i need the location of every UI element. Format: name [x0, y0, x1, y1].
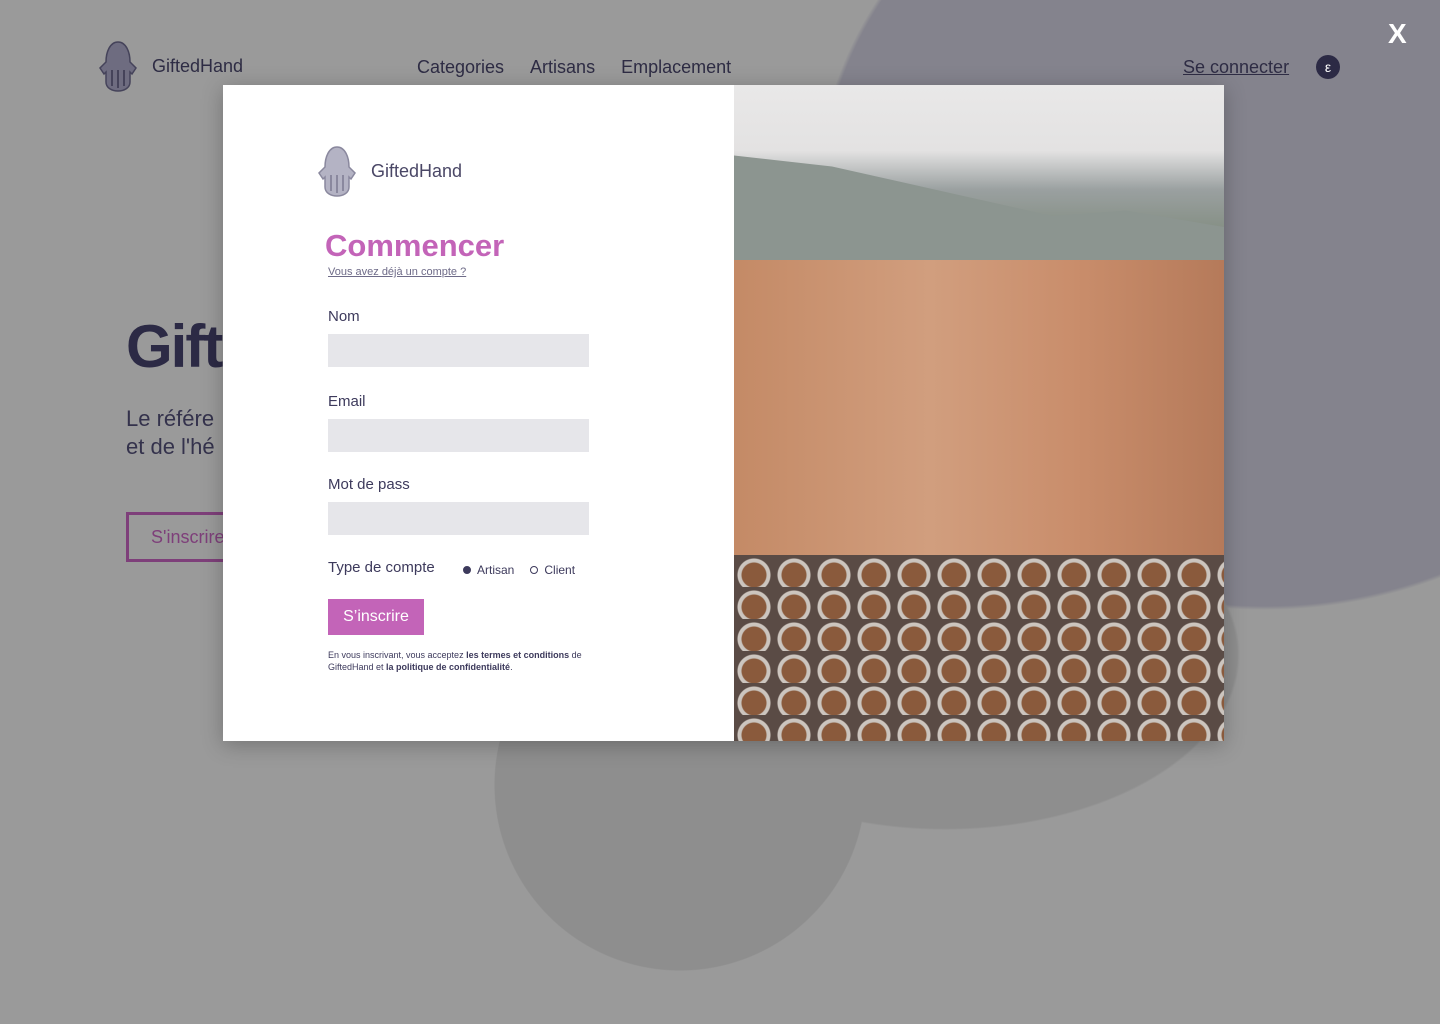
- close-icon[interactable]: X: [1388, 18, 1407, 50]
- have-account-link[interactable]: Vous avez déjà un compte ?: [328, 266, 466, 278]
- radio-selected-icon: [463, 566, 471, 574]
- terms-link[interactable]: les termes et conditions: [466, 650, 569, 660]
- nav-categories[interactable]: Categories: [417, 57, 504, 78]
- radio-artisan[interactable]: Artisan: [463, 563, 514, 577]
- login-link[interactable]: Se connecter: [1183, 57, 1289, 78]
- photo-mountains: [734, 155, 1224, 260]
- account-type-label: Type de compte: [328, 559, 435, 576]
- modal-logo: GiftedHand: [317, 145, 462, 197]
- nav-emplacement[interactable]: Emplacement: [621, 57, 731, 78]
- radio-label: Client: [544, 563, 576, 577]
- hero-subtitle-line: Le référe: [126, 406, 215, 431]
- hero-subtitle-line: et de l'hé: [126, 434, 215, 459]
- hamsa-icon: [318, 146, 356, 197]
- privacy-link[interactable]: la politique de confidentialité: [386, 662, 510, 672]
- password-input[interactable]: [328, 502, 589, 535]
- photo-buildings: [734, 260, 1224, 560]
- email-input[interactable]: [328, 419, 589, 452]
- terms-pre: En vous inscrivant, vous acceptez: [328, 650, 467, 660]
- brand-name: GiftedHand: [152, 55, 244, 76]
- tannery-photo: [734, 85, 1224, 741]
- hero-title: Gift: [126, 313, 223, 380]
- terms-text: En vous inscrivant, vous acceptez les te…: [328, 649, 598, 673]
- signup-form: GiftedHand Commencer Vous avez déjà un c…: [223, 85, 734, 741]
- modal-brand-name: GiftedHand: [371, 160, 463, 181]
- photo-dye-vats: [734, 555, 1224, 741]
- signup-button[interactable]: S’inscrire: [328, 599, 424, 635]
- radio-label: Artisan: [477, 563, 515, 577]
- logo[interactable]: GiftedHand: [98, 40, 243, 92]
- account-type-radios: Artisan Client: [463, 563, 575, 577]
- signup-modal: GiftedHand Commencer Vous avez déjà un c…: [223, 85, 1224, 741]
- name-input[interactable]: [328, 334, 589, 367]
- hero-signup-button[interactable]: S'inscrire: [126, 512, 224, 562]
- name-label: Nom: [328, 308, 360, 325]
- hero-subtitle: Le référe et de l'hé: [126, 405, 215, 461]
- password-label: Mot de pass: [328, 476, 410, 493]
- language-avatar[interactable]: ε: [1316, 55, 1340, 79]
- terms-post: .: [510, 662, 513, 672]
- hamsa-icon: [99, 41, 137, 92]
- modal-title: Commencer: [325, 228, 505, 263]
- nav-artisans[interactable]: Artisans: [530, 57, 595, 78]
- radio-unselected-icon: [530, 566, 539, 574]
- radio-client[interactable]: Client: [530, 563, 575, 577]
- email-label: Email: [328, 393, 366, 410]
